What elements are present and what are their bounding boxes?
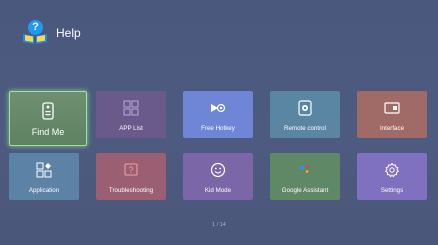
tile-app-list[interactable]: APP List — [96, 91, 166, 138]
tile-label: Troubleshooting — [108, 187, 154, 194]
tile-label: Kid Mode — [204, 187, 232, 194]
help-book-icon: ? — [22, 20, 50, 46]
tile-label: Remote control — [284, 125, 326, 132]
header: ? Help — [22, 20, 81, 46]
remote-control-icon — [298, 100, 312, 116]
tile-kid-mode[interactable]: Kid Mode — [183, 153, 253, 200]
tile-label: Find Me — [31, 127, 65, 137]
remote-icon — [42, 102, 54, 120]
tile-label: Google Assistant — [281, 187, 329, 194]
page-title: Help — [56, 26, 81, 40]
tile-interface[interactable]: Interface — [357, 91, 427, 138]
tile-settings[interactable]: Settings — [357, 153, 427, 200]
interface-icon — [384, 102, 400, 114]
tile-label: APP List — [119, 125, 143, 132]
svg-text:?: ? — [128, 165, 133, 175]
hotkey-icon — [211, 103, 226, 113]
tile-troubleshooting[interactable]: ? Troubleshooting — [96, 153, 166, 200]
tile-remote-control[interactable]: Remote control — [270, 91, 340, 138]
assistant-icon — [299, 165, 311, 173]
application-icon — [36, 162, 52, 178]
tile-application[interactable]: Application — [9, 153, 79, 200]
tile-label: Application — [28, 187, 60, 194]
question-icon: ? — [124, 163, 138, 176]
page-indicator: 1 / 14 — [212, 222, 226, 228]
gear-icon — [384, 162, 400, 178]
tile-label: Settings — [380, 187, 404, 194]
tile-label: Interface — [379, 125, 405, 132]
tile-google-assistant[interactable]: Google Assistant — [270, 153, 340, 200]
tile-free-hotkey[interactable]: Free Hotkey — [183, 91, 253, 138]
smiley-icon — [210, 162, 226, 178]
tile-find-me[interactable]: Find Me — [9, 91, 87, 146]
tile-label: Free Hotkey — [201, 125, 235, 132]
app-list-icon — [123, 100, 139, 116]
